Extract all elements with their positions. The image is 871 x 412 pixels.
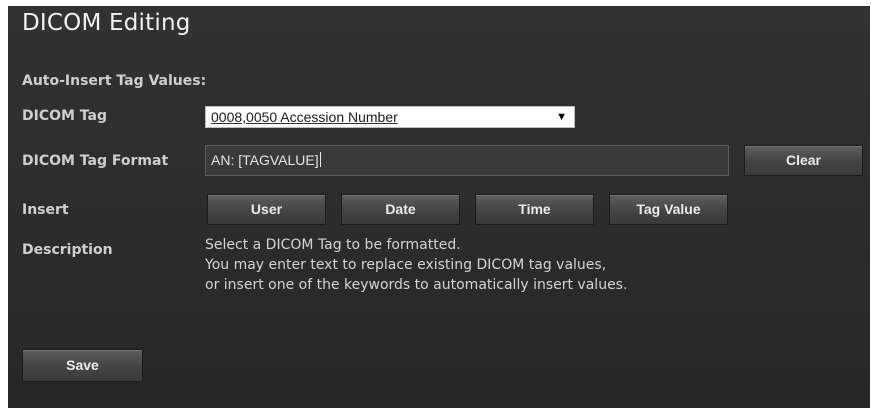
dicom-tag-selected-value: 0008,0050 Accession Number [211,109,398,125]
insert-date-button[interactable]: Date [341,194,460,225]
description-line-1: Select a DICOM Tag to be formatted. [205,237,461,253]
clear-button[interactable]: Clear [744,145,863,176]
panel-title: DICOM Editing [22,10,191,36]
description-text: Select a DICOM Tag to be formatted. You … [205,235,627,295]
insert-user-button[interactable]: User [207,194,326,225]
dropdown-arrow-icon: ▼ [556,111,567,123]
description-label: Description [22,242,113,258]
tag-format-label: DICOM Tag Format [22,153,169,169]
description-line-2: You may enter text to replace existing D… [205,257,607,273]
save-button[interactable]: Save [22,349,143,382]
insert-time-button[interactable]: Time [475,194,594,225]
tag-format-input[interactable]: AN: [TAGVALUE] [205,145,729,176]
auto-insert-heading: Auto-Insert Tag Values: [22,73,207,89]
dicom-tag-select[interactable]: 0008,0050 Accession Number ▼ [205,106,575,128]
text-caret [319,152,321,167]
tag-format-value: AN: [TAGVALUE] [211,152,319,168]
dicom-tag-label: DICOM Tag [22,108,108,124]
insert-tag-value-button[interactable]: Tag Value [609,194,728,225]
dicom-editing-panel: DICOM Editing Auto-Insert Tag Values: DI… [8,6,870,408]
description-line-3: or insert one of the keywords to automat… [205,277,628,293]
insert-label: Insert [22,202,69,218]
